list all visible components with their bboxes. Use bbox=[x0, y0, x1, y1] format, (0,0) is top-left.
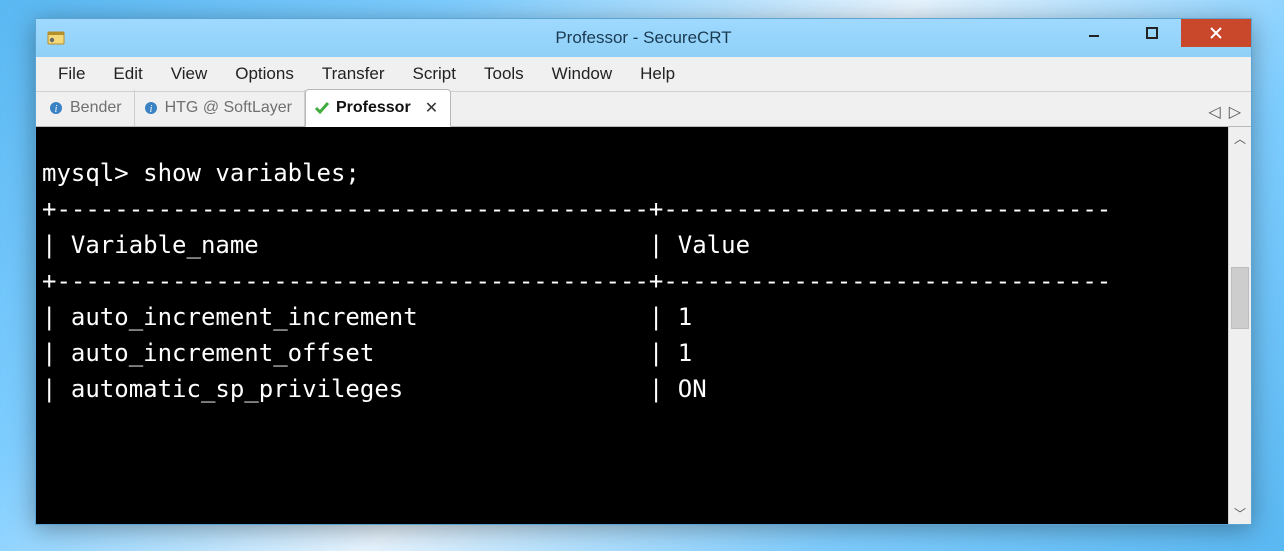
tab-label: Bender bbox=[70, 99, 122, 117]
svg-text:i: i bbox=[149, 104, 152, 115]
tab-next-icon[interactable]: ▷ bbox=[1229, 102, 1241, 122]
desktop-background: Professor - SecureCRT File Edit View Opt… bbox=[0, 0, 1284, 551]
terminal[interactable]: mysql> show variables; +----------------… bbox=[36, 127, 1228, 524]
menu-transfer[interactable]: Transfer bbox=[308, 60, 399, 88]
check-icon bbox=[314, 100, 330, 116]
scroll-thumb[interactable] bbox=[1231, 267, 1249, 329]
close-button[interactable] bbox=[1181, 19, 1251, 47]
menubar: File Edit View Options Transfer Script T… bbox=[36, 57, 1251, 92]
tab-professor[interactable]: Professor ✕ bbox=[305, 89, 451, 127]
menu-view[interactable]: View bbox=[157, 60, 222, 88]
app-window: Professor - SecureCRT File Edit View Opt… bbox=[35, 18, 1252, 525]
tab-htg-softlayer[interactable]: i HTG @ SoftLayer bbox=[135, 90, 305, 126]
vertical-scrollbar[interactable]: ︿ ﹀ bbox=[1228, 127, 1251, 524]
scroll-down-icon[interactable]: ﹀ bbox=[1229, 502, 1251, 524]
maximize-button[interactable] bbox=[1123, 19, 1181, 47]
app-icon bbox=[46, 28, 66, 48]
menu-tools[interactable]: Tools bbox=[470, 60, 538, 88]
tab-prev-icon[interactable]: ◁ bbox=[1208, 102, 1220, 122]
menu-options[interactable]: Options bbox=[221, 60, 308, 88]
tab-bender[interactable]: i Bender bbox=[40, 90, 135, 126]
window-controls bbox=[1065, 19, 1251, 57]
tab-label: HTG @ SoftLayer bbox=[165, 99, 292, 117]
menu-script[interactable]: Script bbox=[399, 60, 470, 88]
info-icon: i bbox=[48, 100, 64, 116]
terminal-area: mysql> show variables; +----------------… bbox=[36, 127, 1251, 524]
menu-edit[interactable]: Edit bbox=[99, 60, 156, 88]
tab-close-icon[interactable]: ✕ bbox=[425, 98, 438, 118]
menu-window[interactable]: Window bbox=[538, 60, 626, 88]
scroll-up-icon[interactable]: ︿ bbox=[1229, 127, 1251, 149]
tab-label: Professor bbox=[336, 99, 411, 117]
info-icon: i bbox=[143, 100, 159, 116]
menu-file[interactable]: File bbox=[44, 60, 99, 88]
minimize-button[interactable] bbox=[1065, 19, 1123, 47]
svg-text:i: i bbox=[55, 104, 58, 115]
tab-nav: ◁ ▷ bbox=[1208, 102, 1245, 126]
tabbar: i Bender i HTG @ SoftLayer Professor ✕ ◁… bbox=[36, 92, 1251, 127]
menu-help[interactable]: Help bbox=[626, 60, 689, 88]
titlebar[interactable]: Professor - SecureCRT bbox=[36, 19, 1251, 57]
